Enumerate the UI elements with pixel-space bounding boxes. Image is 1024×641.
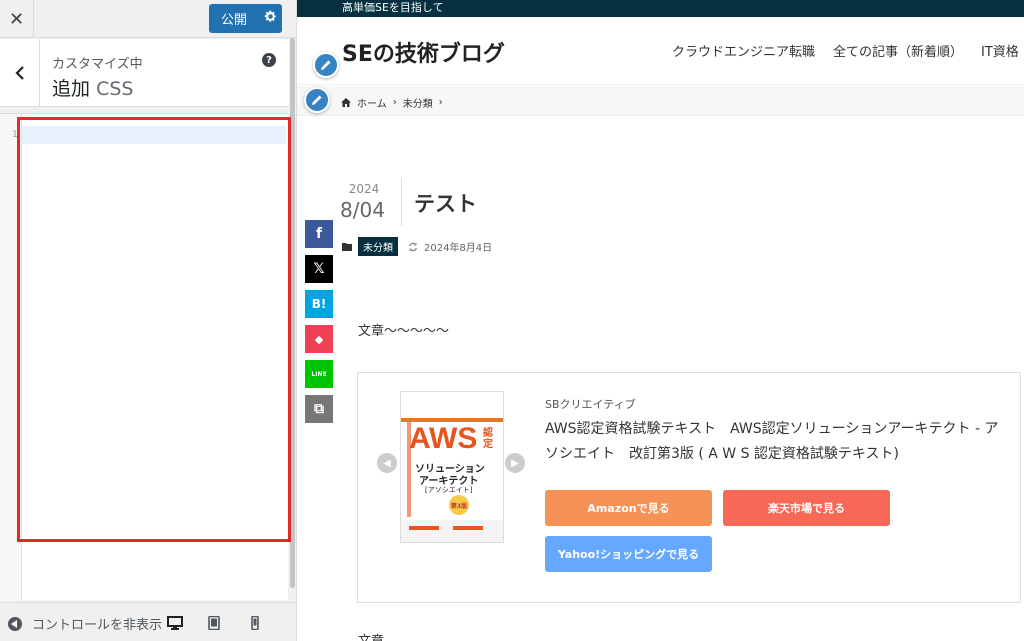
edit-shortcut-nav[interactable]: [304, 87, 330, 113]
global-nav: クラウドエンジニア転職 全ての記事（新着順） IT資格: [672, 41, 1019, 60]
customizer-sidebar: ✕ 公開 カスタマイズ中 追加 CSS ? 1 コントロールを非表示: [0, 0, 297, 641]
product-box: AWS 認定 ソリューション アーキテクト [アソシエイト] 第3版 ◀ ▶ S…: [357, 372, 1021, 603]
close-icon[interactable]: ✕: [0, 0, 34, 38]
product-title[interactable]: AWS認定資格試験テキスト AWS認定ソリューションアーキテクト - アソシエイ…: [545, 417, 1005, 467]
post-date: 2024 8/04: [340, 182, 400, 222]
breadcrumb-home[interactable]: ホーム: [357, 95, 387, 110]
pocket-icon: ◆: [314, 332, 324, 346]
gear-icon[interactable]: [259, 10, 282, 27]
breadcrumb-separator: ›: [392, 97, 397, 108]
customizer-footer: コントロールを非表示: [0, 602, 296, 641]
copy-link-button[interactable]: ⧉: [305, 395, 333, 423]
amazon-button[interactable]: Amazonで見る: [545, 490, 712, 526]
home-icon: [341, 98, 351, 107]
facebook-icon: f: [315, 226, 323, 242]
nav-item-all-posts[interactable]: 全ての記事（新着順）: [833, 41, 963, 60]
publish-button[interactable]: 公開: [209, 4, 282, 33]
clipboard-icon: ⧉: [314, 401, 324, 417]
rakuten-button[interactable]: 楽天市場で見る: [723, 490, 890, 526]
carousel-prev-button[interactable]: ◀: [377, 453, 397, 473]
collapse-sidebar-button[interactable]: コントロールを非表示: [8, 614, 162, 633]
pocket-share-button[interactable]: ◆: [305, 325, 333, 353]
site-header: SEの技術ブログ クラウドエンジニア転職 全ての記事（新着順） IT資格: [297, 17, 1024, 85]
book-cert-text: 認定: [483, 428, 493, 450]
post-meta: 未分類 2024年8月4日: [342, 237, 492, 256]
x-share-button[interactable]: 𝕏: [305, 255, 333, 283]
book-cover-image[interactable]: AWS 認定 ソリューション アーキテクト [アソシエイト] 第3版: [400, 391, 504, 543]
hatena-share-button[interactable]: B!: [305, 290, 333, 318]
site-title[interactable]: SEの技術ブログ: [342, 36, 505, 68]
post-body-more: 文章: [358, 630, 384, 641]
chevron-right-icon: ▶: [511, 457, 519, 469]
category-badge[interactable]: 未分類: [358, 237, 398, 256]
post-title: テスト: [414, 192, 477, 216]
nav-item-it-cert[interactable]: IT資格: [981, 41, 1019, 60]
post-month-day: 8/04: [340, 198, 385, 222]
post-body-text: 文章～～～～～: [358, 324, 450, 339]
site-preview: 高単価SEを目指して SEの技術ブログ クラウドエンジニア転職 全ての記事（新着…: [297, 0, 1024, 641]
line-share-button[interactable]: LINE: [305, 360, 333, 388]
x-icon: 𝕏: [313, 261, 325, 277]
breadcrumb: ホーム › 未分類 ›: [297, 86, 1024, 116]
folder-icon: [342, 243, 352, 251]
pencil-icon: [321, 60, 331, 70]
breadcrumb-separator: ›: [438, 97, 443, 108]
edit-shortcut-title[interactable]: [313, 52, 339, 78]
customizer-topbar: ✕ 公開: [0, 0, 296, 38]
back-button[interactable]: [0, 39, 40, 107]
help-icon[interactable]: ?: [262, 53, 276, 67]
pencil-icon: [312, 95, 322, 105]
book-edition-badge: 第3版: [449, 495, 469, 515]
book-assoc-text: [アソシエイト]: [425, 486, 473, 494]
section-title: 追加 CSS: [52, 74, 133, 101]
chevron-left-icon: ◀: [383, 457, 391, 469]
nav-item-cloud[interactable]: クラウドエンジニア転職: [672, 41, 815, 60]
publish-label: 公開: [221, 13, 248, 28]
mobile-preview-icon[interactable]: [247, 616, 263, 630]
chevron-left-icon: [14, 66, 24, 80]
collapse-icon: [8, 616, 22, 631]
line-icon: LINE: [311, 370, 327, 378]
updated-date: 2024年8月4日: [424, 243, 493, 254]
book-aws-text: AWS: [409, 422, 478, 455]
section-title-main: 追加: [52, 78, 91, 100]
collapse-label: コントロールを非表示: [32, 618, 163, 633]
section-header: カスタマイズ中 追加 CSS ?: [0, 39, 296, 107]
product-brand: SBクリエイティブ: [545, 398, 636, 411]
customizer-screen: ✕ 公開 カスタマイズ中 追加 CSS ? 1 コントロールを非表示 高単価SE…: [0, 0, 1024, 641]
customizing-label: カスタマイズ中: [52, 57, 143, 72]
carousel-next-button[interactable]: ▶: [505, 453, 525, 473]
highlight-frame: [17, 117, 291, 542]
breadcrumb-category[interactable]: 未分類: [403, 95, 433, 110]
section-title-css: CSS: [96, 78, 134, 100]
yahoo-button[interactable]: Yahoo!ショッピングで見る: [545, 536, 712, 572]
site-tagline-bar: 高単価SEを目指して: [297, 0, 1024, 17]
refresh-icon: [408, 242, 418, 251]
hatena-icon: B!: [311, 297, 327, 311]
post-year: 2024: [348, 182, 380, 196]
facebook-share-button[interactable]: f: [305, 220, 333, 248]
date-divider: [401, 178, 402, 226]
tablet-preview-icon[interactable]: [206, 616, 222, 630]
desktop-preview-icon[interactable]: [167, 616, 183, 630]
